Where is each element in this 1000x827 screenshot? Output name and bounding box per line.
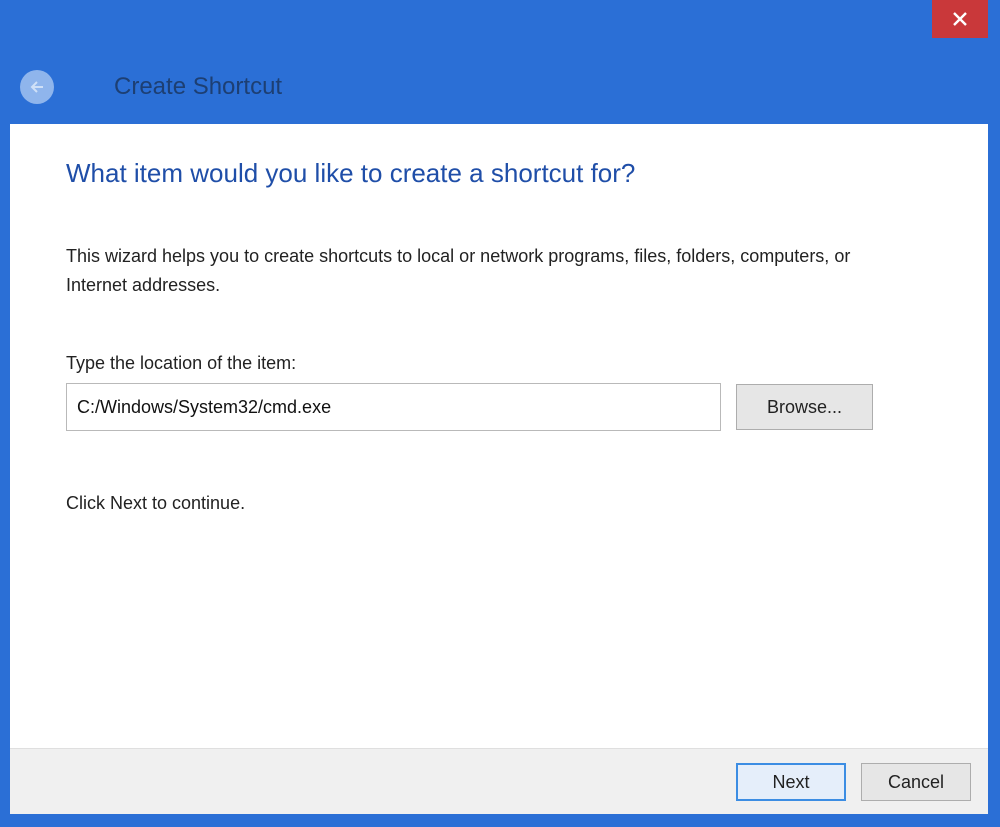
create-shortcut-window: Create Shortcut What item would you like… <box>0 0 1000 827</box>
button-bar: Next Cancel <box>10 748 988 814</box>
wizard-content: What item would you like to create a sho… <box>10 124 988 748</box>
back-arrow-icon <box>30 81 43 93</box>
location-label: Type the location of the item: <box>66 353 297 373</box>
browse-button[interactable]: Browse... <box>736 384 873 430</box>
title-bar: Create Shortcut <box>0 0 1000 124</box>
location-input[interactable] <box>66 383 721 431</box>
close-button[interactable] <box>932 0 988 38</box>
close-icon <box>953 12 967 26</box>
continue-hint: Click Next to continue. <box>66 493 246 513</box>
cancel-button[interactable]: Cancel <box>861 763 971 801</box>
page-heading: What item would you like to create a sho… <box>66 158 636 188</box>
next-button[interactable]: Next <box>736 763 846 801</box>
window-title: Create Shortcut <box>114 73 283 100</box>
back-button[interactable] <box>20 70 54 104</box>
wizard-description: This wizard helps you to create shortcut… <box>66 246 851 295</box>
